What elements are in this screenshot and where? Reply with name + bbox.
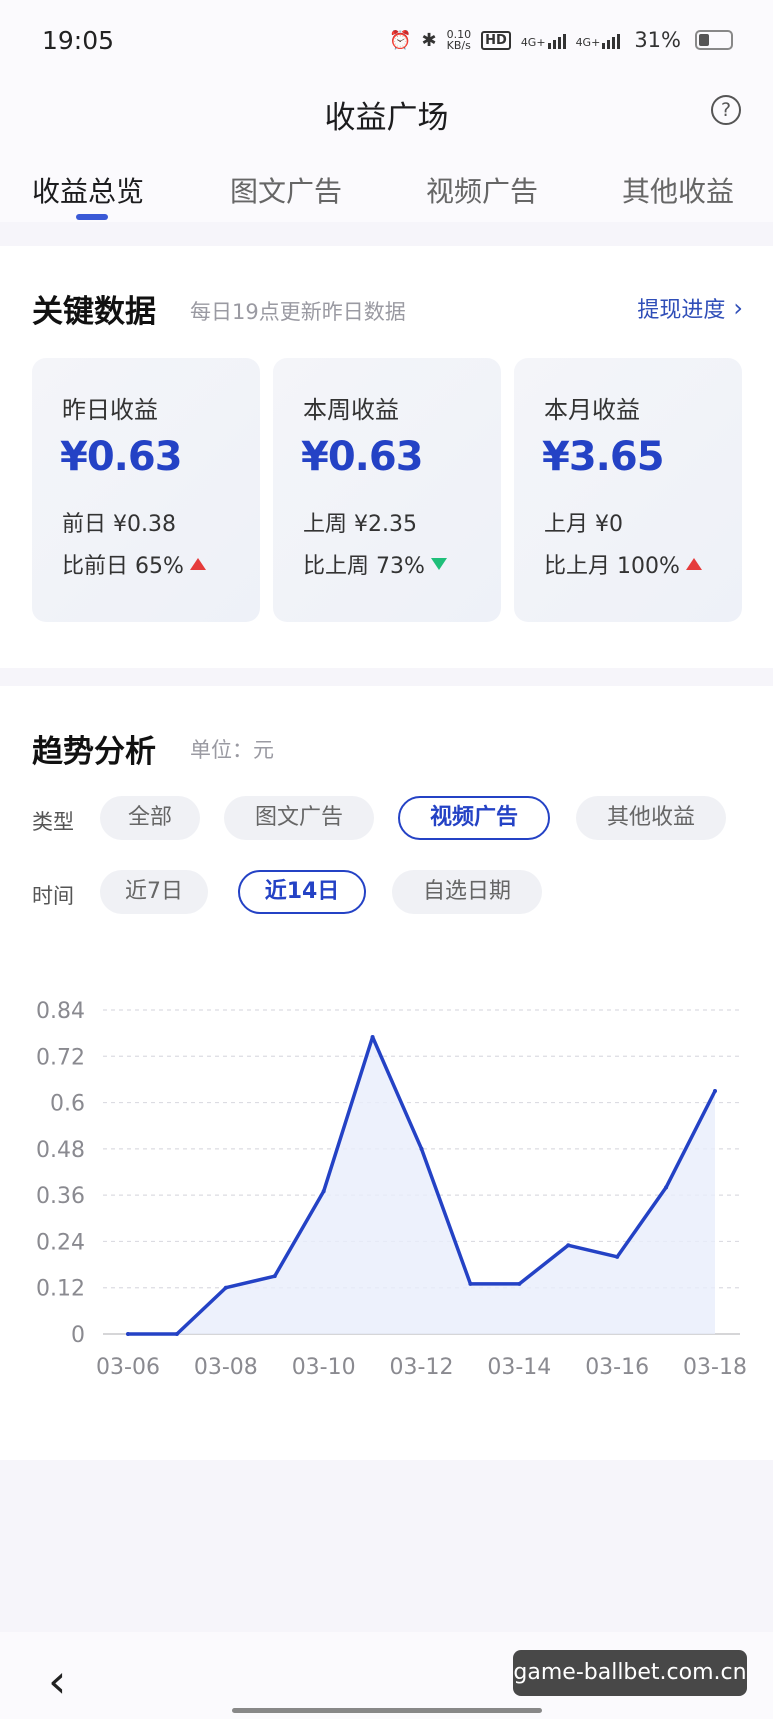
- trend-up-icon: [189, 558, 206, 570]
- trend-unit: 单位：元: [190, 738, 274, 762]
- x-tick-label: 03-06: [96, 1355, 160, 1380]
- data-point: [272, 1274, 277, 1279]
- trend-chart-svg: 0 0.12 0.24 0.36 0.48 0.6 0.72 0.84 03-06 03-08 03…: [36, 999, 747, 1380]
- stat-value: ¥0.63: [301, 434, 424, 480]
- bluetooth-icon: ✱: [421, 29, 437, 51]
- trend-chart: 0 0.12 0.24 0.36 0.48 0.6 0.72 0.84 03-06 03-08 03…: [0, 982, 773, 1462]
- x-tick-label: 03-08: [194, 1355, 258, 1380]
- withdraw-progress-link[interactable]: 提现进度 ›: [637, 292, 743, 324]
- chip-time-custom[interactable]: 自选日期: [392, 870, 542, 914]
- series-area: [128, 1037, 715, 1334]
- trend-down-icon: [430, 558, 447, 570]
- bottom-nav-bar: ‹ game-ballbet.com.cn: [0, 1632, 773, 1719]
- data-point: [370, 1035, 375, 1039]
- y-tick-label: 0.72: [36, 1045, 85, 1070]
- trend-card: 趋势分析 单位：元 类型 全部 图文广告 视频广告 其他收益 时间 近7日 近1…: [0, 686, 773, 1460]
- y-tick-label: 0.24: [36, 1230, 85, 1255]
- y-tick-label: 0: [71, 1323, 85, 1348]
- data-point: [126, 1332, 130, 1336]
- back-arrow-icon[interactable]: ‹: [48, 1654, 66, 1708]
- x-tick-label: 03-10: [292, 1355, 356, 1380]
- type-filter-label: 类型: [32, 810, 74, 834]
- stat-card-week[interactable]: 本周收益 ¥0.63 上周 ¥2.35 比上周 73%: [273, 358, 501, 622]
- app-header: 收益广场 ? 收益总览 图文广告 视频广告 其他收益: [0, 80, 773, 222]
- trend-up-icon: [685, 558, 702, 570]
- chip-time-14d[interactable]: 近14日: [238, 870, 366, 914]
- stat-previous: 前日 ¥0.38: [62, 512, 176, 537]
- time-filter-label: 时间: [32, 884, 74, 908]
- tab-other-income[interactable]: 其他收益: [622, 170, 734, 210]
- data-point: [517, 1281, 522, 1286]
- stat-compare: 比上周 73%: [303, 548, 447, 580]
- chip-type-other[interactable]: 其他收益: [576, 796, 726, 840]
- tab-indicator: [76, 214, 108, 220]
- data-point: [566, 1243, 571, 1248]
- stat-previous: 上周 ¥2.35: [303, 512, 417, 537]
- x-tick-label: 03-18: [683, 1355, 747, 1380]
- trend-title: 趋势分析: [32, 734, 156, 770]
- tab-bar: 收益总览 图文广告 视频广告 其他收益: [0, 170, 773, 222]
- status-bar: 19:05 ⏰ ✱ 0.10 KB/s HD 4G+ 4G+ 31%: [0, 0, 773, 80]
- data-point: [174, 1332, 179, 1336]
- y-tick-label: 0.36: [36, 1184, 85, 1209]
- data-point: [223, 1285, 228, 1290]
- alarm-icon: ⏰: [389, 29, 412, 51]
- battery-icon: [695, 30, 733, 50]
- key-data-title: 关键数据: [32, 294, 156, 330]
- key-data-card: 关键数据 每日19点更新昨日数据 提现进度 › 昨日收益 ¥0.63 前日 ¥0…: [0, 246, 773, 668]
- stat-value: ¥3.65: [542, 434, 665, 480]
- chip-type-image-ads[interactable]: 图文广告: [224, 796, 374, 840]
- x-tick-label: 03-12: [390, 1355, 454, 1380]
- battery-percent: 31%: [634, 28, 681, 52]
- data-point: [713, 1089, 717, 1093]
- net-speed: 0.10 KB/s: [446, 28, 472, 52]
- chevron-right-icon: ›: [733, 294, 743, 322]
- chip-type-video-ads[interactable]: 视频广告: [398, 796, 550, 840]
- signal-bars-icon: [602, 31, 621, 49]
- x-tick-label: 03-16: [585, 1355, 649, 1380]
- stat-previous: 上月 ¥0: [544, 512, 623, 537]
- signal-bars-icon: [547, 31, 566, 49]
- stat-label: 本周收益: [303, 396, 399, 424]
- status-time: 19:05: [42, 26, 115, 55]
- help-icon[interactable]: ?: [711, 95, 741, 125]
- tab-overview[interactable]: 收益总览: [32, 170, 144, 210]
- page-title: 收益广场: [324, 100, 449, 136]
- status-icons: ⏰ ✱ 0.10 KB/s HD 4G+ 4G+ 31%: [389, 28, 733, 52]
- stat-card-month[interactable]: 本月收益 ¥3.65 上月 ¥0 比上月 100%: [514, 358, 742, 622]
- data-point: [664, 1185, 669, 1190]
- stat-compare: 比上月 100%: [544, 548, 702, 580]
- y-tick-label: 0.12: [36, 1277, 85, 1302]
- x-tick-label: 03-14: [487, 1355, 551, 1380]
- stat-value: ¥0.63: [60, 434, 183, 480]
- stat-label: 本月收益: [544, 396, 640, 424]
- data-point: [321, 1189, 326, 1194]
- stat-label: 昨日收益: [62, 396, 158, 424]
- stat-compare: 比前日 65%: [62, 548, 206, 580]
- hd-badge: HD: [481, 30, 511, 50]
- y-tick-label: 0.6: [50, 1092, 85, 1117]
- y-tick-label: 0.48: [36, 1138, 85, 1163]
- withdraw-label: 提现进度: [637, 298, 726, 323]
- stat-card-yesterday[interactable]: 昨日收益 ¥0.63 前日 ¥0.38 比前日 65%: [32, 358, 260, 622]
- y-tick-label: 0.84: [36, 999, 85, 1024]
- home-indicator[interactable]: [232, 1708, 542, 1713]
- tab-image-ads[interactable]: 图文广告: [230, 170, 342, 210]
- data-point: [468, 1281, 473, 1286]
- signal-2: 4G+: [576, 31, 621, 49]
- chip-time-7d[interactable]: 近7日: [100, 870, 208, 914]
- data-point: [419, 1146, 424, 1151]
- signal-1: 4G+: [521, 31, 566, 49]
- key-data-subtitle: 每日19点更新昨日数据: [190, 300, 406, 324]
- chip-type-all[interactable]: 全部: [100, 796, 200, 840]
- data-point: [615, 1254, 620, 1259]
- watermark: game-ballbet.com.cn: [513, 1650, 747, 1696]
- tab-video-ads[interactable]: 视频广告: [426, 170, 538, 210]
